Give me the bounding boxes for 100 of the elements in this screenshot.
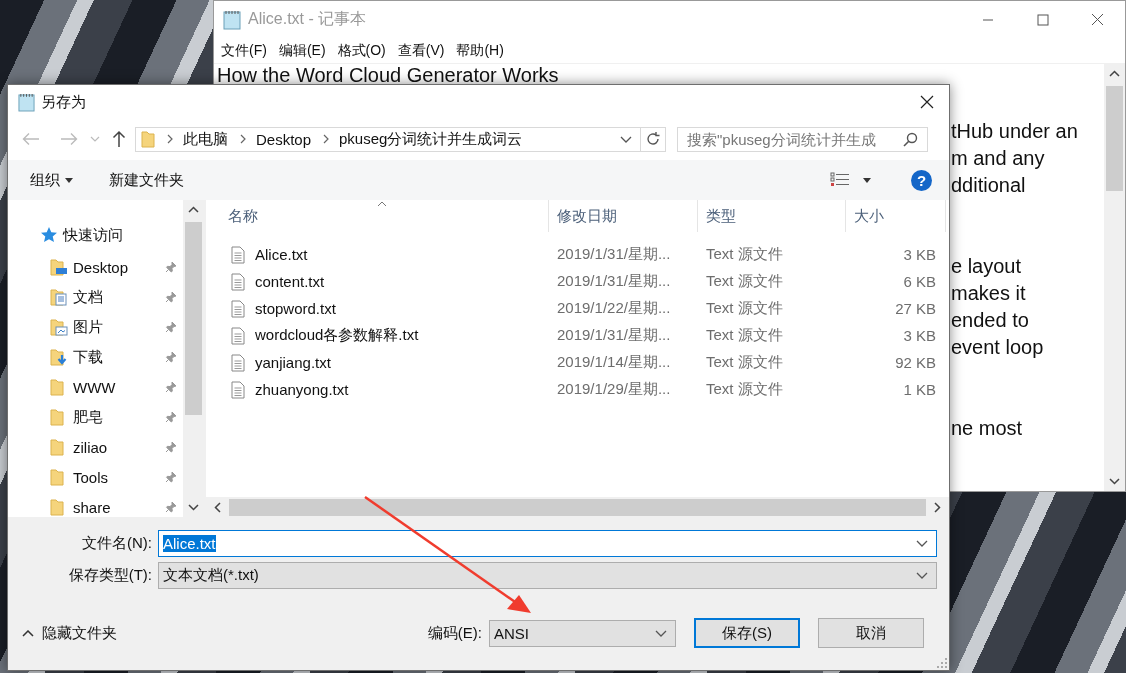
hide-folders-button[interactable]: 隐藏文件夹 bbox=[22, 623, 117, 643]
caret-down-icon[interactable] bbox=[620, 135, 632, 143]
scroll-down-icon[interactable] bbox=[1109, 478, 1120, 485]
type-cell-text: Text 源文件 bbox=[705, 352, 784, 372]
column-header[interactable]: 修改日期 bbox=[549, 200, 698, 232]
filename-field[interactable]: Alice.txt bbox=[158, 530, 937, 557]
scrollbar-thumb[interactable] bbox=[229, 498, 926, 516]
file-name-cell[interactable]: yanjiang.txt bbox=[206, 349, 549, 376]
organize-button[interactable]: 组织 bbox=[30, 170, 73, 190]
text-file-icon bbox=[231, 380, 245, 399]
text-file-icon bbox=[231, 299, 245, 318]
help-button[interactable]: ? bbox=[911, 169, 932, 191]
column-header[interactable]: 大小 bbox=[846, 200, 946, 232]
caret-down-icon[interactable] bbox=[863, 177, 871, 183]
column-header[interactable]: 名称 bbox=[206, 200, 549, 232]
scroll-down-icon[interactable] bbox=[188, 504, 199, 511]
back-arrow-icon[interactable] bbox=[22, 132, 40, 146]
file-name-cell[interactable]: stopword.txt bbox=[206, 295, 549, 322]
resize-grip-icon[interactable] bbox=[937, 658, 947, 668]
breadcrumb-item[interactable]: pkuseg分词统计并生成词云 bbox=[339, 129, 523, 149]
size-cell-text: 6 KB bbox=[902, 272, 937, 292]
notepad-icon bbox=[223, 9, 241, 30]
text-file-icon bbox=[231, 245, 245, 264]
menu-item[interactable]: 查看(V) bbox=[391, 41, 451, 60]
view-options-icon[interactable] bbox=[830, 172, 850, 188]
menu-item[interactable]: 格式(O) bbox=[331, 41, 392, 60]
nav-item[interactable]: Desktop bbox=[8, 252, 183, 282]
caret-down-icon bbox=[65, 177, 73, 183]
scroll-right-icon[interactable] bbox=[934, 501, 941, 513]
quick-access-item[interactable]: 快速访问 bbox=[8, 222, 183, 248]
text-line: makes it bbox=[951, 281, 1027, 306]
nav-item[interactable]: ziliao bbox=[8, 432, 183, 462]
size-cell-text: 1 KB bbox=[902, 380, 937, 400]
text-line: dditional bbox=[951, 173, 1027, 198]
dialog-title: 另存为 bbox=[41, 92, 86, 112]
file-name-cell[interactable]: content.txt bbox=[206, 268, 549, 295]
text-file-icon bbox=[231, 353, 245, 372]
field-label: 文件名(N): bbox=[81, 534, 153, 553]
file-name-cell[interactable]: Alice.txt bbox=[206, 241, 549, 268]
new-folder-button[interactable]: 新建文件夹 bbox=[109, 170, 184, 190]
nav-item[interactable]: share bbox=[8, 492, 183, 522]
sort-caret-icon bbox=[377, 201, 387, 207]
nav-item[interactable]: 图片 bbox=[8, 312, 183, 342]
up-arrow-icon[interactable] bbox=[112, 130, 126, 148]
menu-item[interactable]: 帮助(H) bbox=[450, 41, 510, 60]
refresh-button[interactable] bbox=[641, 126, 666, 152]
field-label: 保存类型(T): bbox=[67, 566, 153, 585]
nav-item[interactable]: 肥皂 bbox=[8, 402, 183, 432]
date-cell-text: 2019/1/31/星期... bbox=[556, 271, 672, 291]
save-type-dropdown[interactable]: 文本文档(*.txt) bbox=[158, 562, 937, 589]
breadcrumb-item[interactable]: 此电脑 bbox=[183, 129, 228, 149]
date-cell-text: 2019/1/31/星期... bbox=[556, 325, 672, 345]
file-name-cell[interactable]: zhuanyong.txt bbox=[206, 376, 549, 403]
encoding-dropdown[interactable]: ANSI bbox=[489, 619, 676, 647]
breadcrumb-item[interactable]: Desktop bbox=[256, 130, 312, 148]
nav-item[interactable]: 下载 bbox=[8, 342, 183, 372]
notepad-icon bbox=[18, 92, 35, 112]
caret-down-icon bbox=[916, 572, 928, 579]
search-field[interactable]: 搜索"pkuseg分词统计并生成 bbox=[677, 126, 928, 152]
close-icon bbox=[920, 95, 934, 109]
scrollbar[interactable] bbox=[206, 497, 949, 517]
forward-arrow-icon[interactable] bbox=[60, 132, 78, 146]
window-title: Alice.txt - 记事本 bbox=[248, 9, 367, 29]
text-line: event loop bbox=[951, 335, 1045, 360]
scroll-left-icon[interactable] bbox=[214, 501, 221, 513]
date-cell-text: 2019/1/29/星期... bbox=[556, 379, 672, 399]
caret-down-icon bbox=[655, 629, 667, 637]
nav-item[interactable]: 文档 bbox=[8, 282, 183, 312]
nav-item[interactable]: Tools bbox=[8, 462, 183, 492]
date-cell-text: 2019/1/22/星期... bbox=[556, 298, 672, 318]
text-line: ne most bbox=[951, 416, 1024, 441]
scroll-up-icon[interactable] bbox=[1109, 70, 1120, 77]
save-button[interactable]: 保存(S) bbox=[694, 618, 800, 648]
maximize-icon bbox=[1036, 13, 1049, 26]
scrollbar[interactable] bbox=[183, 200, 204, 517]
address-bar[interactable]: 此电脑 Desktop pkuseg分词统计并生成词云 bbox=[135, 126, 641, 152]
scrollbar-thumb[interactable] bbox=[1106, 86, 1123, 191]
menu-item[interactable]: 编辑(E) bbox=[272, 41, 332, 60]
text-file-icon bbox=[231, 272, 245, 291]
file-name-cell[interactable]: wordcloud各参数解释.txt bbox=[206, 322, 549, 349]
size-cell-text: 27 KB bbox=[894, 299, 937, 319]
cancel-button[interactable]: 取消 bbox=[818, 618, 924, 648]
column-header[interactable]: 类型 bbox=[698, 200, 846, 232]
text-file-icon bbox=[231, 326, 245, 345]
scrollbar-thumb[interactable] bbox=[185, 222, 202, 415]
scrollbar[interactable] bbox=[1104, 64, 1125, 491]
chevron-right-icon bbox=[167, 134, 173, 144]
type-cell-text: Text 源文件 bbox=[705, 271, 784, 291]
date-cell-text: 2019/1/14/星期... bbox=[556, 352, 672, 372]
menu-item[interactable]: 文件(F) bbox=[215, 41, 273, 60]
caret-down-icon[interactable] bbox=[916, 540, 928, 547]
size-cell-text: 3 KB bbox=[902, 245, 937, 265]
type-cell-text: Text 源文件 bbox=[705, 244, 784, 264]
type-cell-text: Text 源文件 bbox=[705, 298, 784, 318]
nav-item[interactable]: WWW bbox=[8, 372, 183, 402]
size-cell-text: 92 KB bbox=[894, 353, 937, 373]
scroll-up-icon[interactable] bbox=[188, 206, 199, 213]
text-line: e layout bbox=[951, 254, 1023, 279]
chevron-right-icon bbox=[323, 134, 330, 144]
text-line: ended to bbox=[951, 308, 1030, 333]
